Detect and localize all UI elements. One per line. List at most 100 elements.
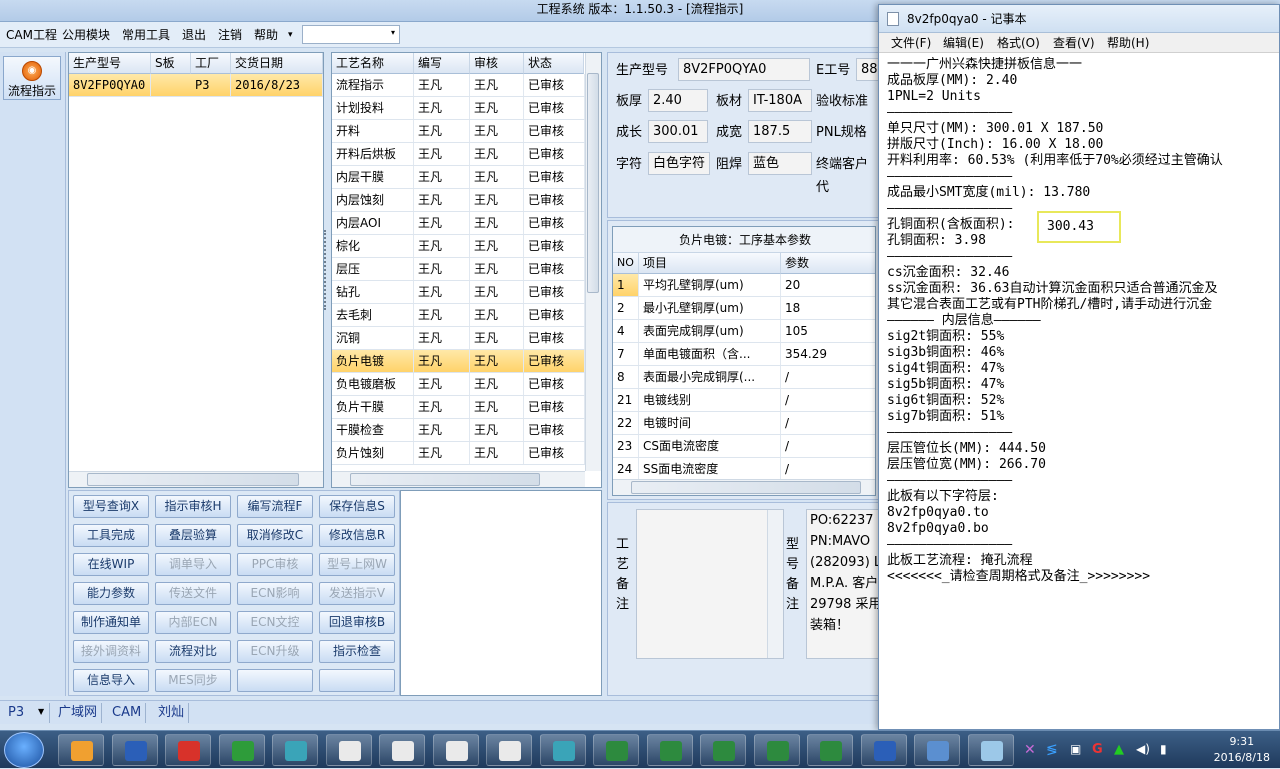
taskbar-item[interactable]	[111, 734, 158, 766]
taskbar-item[interactable]	[967, 734, 1014, 766]
tray-device-icon[interactable]: ▣	[1070, 742, 1081, 756]
mask-field[interactable]: 蓝色	[748, 152, 812, 175]
notepad-menu-edit[interactable]: 编辑(E)	[943, 33, 984, 53]
menu-tools[interactable]: 常用工具	[122, 22, 170, 48]
col-s-board[interactable]: S板	[151, 53, 191, 74]
action-button[interactable]: MES同步	[155, 669, 231, 692]
splitter-handle[interactable]	[324, 230, 330, 310]
action-button[interactable]: 传送文件	[155, 582, 231, 605]
col-item[interactable]: 项目	[639, 253, 781, 274]
model-field[interactable]: 8V2FP0QYA0	[678, 58, 810, 81]
menu-help[interactable]: 帮助	[254, 22, 278, 48]
e-number-field[interactable]: 88	[856, 58, 878, 81]
notepad-text-area[interactable]: 一一一广州兴森快捷拼板信息一一 成品板厚(MM): 2.40 1PNL=2 Unit…	[887, 57, 1279, 725]
table-row[interactable]: 去毛刺 王凡 王凡 已审核	[332, 304, 585, 327]
col-model[interactable]: 生产型号	[69, 53, 151, 74]
action-button[interactable]: 接外调资料	[73, 640, 149, 663]
width-field[interactable]: 187.5	[748, 120, 812, 143]
table-row[interactable]: 开料 王凡 王凡 已审核	[332, 120, 585, 143]
notepad-menu-view[interactable]: 查看(V)	[1053, 33, 1095, 53]
table-row[interactable]: 1 平均孔壁铜厚(um) 20	[613, 274, 875, 297]
col-status[interactable]: 状态	[524, 53, 584, 74]
taskbar-item[interactable]	[379, 734, 425, 766]
taskbar-item[interactable]	[486, 734, 532, 766]
scroll-thumb[interactable]	[631, 481, 861, 494]
action-button[interactable]: 制作通知单	[73, 611, 149, 634]
scroll-thumb[interactable]	[87, 473, 299, 486]
table-row[interactable]: 内层蚀刻 王凡 王凡 已审核	[332, 189, 585, 212]
table-row[interactable]: 4 表面完成铜厚(um) 105	[613, 320, 875, 343]
table-row[interactable]: 负电镀磨板 王凡 王凡 已审核	[332, 373, 585, 396]
action-button[interactable]: 能力参数	[73, 582, 149, 605]
action-button[interactable]: ECN文控	[237, 611, 313, 634]
table-row[interactable]: 8 表面最小完成铜厚(... /	[613, 366, 875, 389]
action-button[interactable]	[237, 669, 313, 692]
action-button[interactable]: 取消修改C	[237, 524, 313, 547]
remark-vscroll[interactable]	[767, 510, 783, 658]
action-button[interactable]: 型号上网W	[319, 553, 395, 576]
taskbar-item[interactable]	[646, 734, 693, 766]
volume-icon[interactable]: ◀)	[1136, 742, 1150, 756]
action-button[interactable]: ECN升级	[237, 640, 313, 663]
action-button[interactable]: 调单导入	[155, 553, 231, 576]
table-row[interactable]: 7 单面电镀面积（含... 354.29	[613, 343, 875, 366]
action-button[interactable]: 型号查询X	[73, 495, 149, 518]
action-button[interactable]: 在线WIP	[73, 553, 149, 576]
process-grid-vscroll[interactable]	[585, 53, 601, 471]
table-row[interactable]: 层压 王凡 王凡 已审核	[332, 258, 585, 281]
taskbar-item[interactable]	[807, 734, 853, 766]
taskbar-item[interactable]	[432, 734, 479, 766]
thickness-field[interactable]: 2.40	[648, 89, 708, 112]
menu-logout[interactable]: 注销	[218, 22, 242, 48]
start-button-icon[interactable]	[4, 732, 44, 768]
action-button[interactable]: 发送指示V	[319, 582, 395, 605]
table-row[interactable]: 负片干膜 王凡 王凡 已审核	[332, 396, 585, 419]
table-row[interactable]: 钻孔 王凡 王凡 已审核	[332, 281, 585, 304]
taskbar-item[interactable]	[753, 734, 800, 766]
model-remark-textarea[interactable]: PO:62237 PN:MAVO (282093) L M.P.A. 客户 29798 …	[806, 509, 880, 659]
tray-app-icon[interactable]: ▲	[1114, 742, 1124, 757]
taskbar-item[interactable]	[914, 734, 960, 766]
table-row[interactable]: 计划投料 王凡 王凡 已审核	[332, 97, 585, 120]
taskbar-item[interactable]	[218, 734, 265, 766]
taskbar-item[interactable]	[860, 734, 907, 766]
notepad-menu-format[interactable]: 格式(O)	[997, 33, 1040, 53]
table-row[interactable]: 内层AOI 王凡 王凡 已审核	[332, 212, 585, 235]
table-row[interactable]: 2 最小孔壁铜厚(um) 18	[613, 297, 875, 320]
menu-common-module[interactable]: 公用模块	[62, 22, 110, 48]
action-button[interactable]: 回退审核B	[319, 611, 395, 634]
action-button[interactable]: 流程对比	[155, 640, 231, 663]
col-reviewer[interactable]: 审核	[470, 53, 524, 74]
table-row[interactable]: 流程指示 王凡 王凡 已审核	[332, 74, 585, 97]
table-row[interactable]: 沉铜 王凡 王凡 已审核	[332, 327, 585, 350]
action-button[interactable]: 叠层验算	[155, 524, 231, 547]
tray-app-icon[interactable]: G	[1092, 742, 1103, 757]
table-row[interactable]: 22 电镀时间 /	[613, 412, 875, 435]
taskbar-item[interactable]	[593, 734, 639, 766]
taskbar-item[interactable]	[700, 734, 746, 766]
notepad-menu-file[interactable]: 文件(F)	[891, 33, 931, 53]
taskbar-item[interactable]	[58, 734, 104, 766]
menu-exit[interactable]: 退出	[182, 22, 206, 48]
table-row[interactable]: 棕化 王凡 王凡 已审核	[332, 235, 585, 258]
col-param[interactable]: 参数	[781, 253, 875, 274]
table-row[interactable]: 开料后烘板 王凡 王凡 已审核	[332, 143, 585, 166]
model-grid-hscroll[interactable]	[69, 471, 323, 487]
flow-indication-button[interactable]: ◉ 流程指示	[3, 56, 61, 100]
action-button[interactable]: 指示审核H	[155, 495, 231, 518]
tray-app-icon[interactable]: ≶	[1046, 742, 1062, 758]
notepad-menu-help[interactable]: 帮助(H)	[1107, 33, 1149, 53]
action-button[interactable]: PPC审核	[237, 553, 313, 576]
taskbar-item[interactable]	[272, 734, 318, 766]
length-field[interactable]: 300.01	[648, 120, 708, 143]
col-delivery-date[interactable]: 交货日期	[231, 53, 323, 74]
action-button[interactable]: 信息导入	[73, 669, 149, 692]
process-grid-hscroll[interactable]	[332, 471, 585, 487]
process-remark-textarea[interactable]	[636, 509, 784, 659]
table-row[interactable]: 干膜检查 王凡 王凡 已审核	[332, 419, 585, 442]
clock[interactable]: 9:31 2016/8/18	[1214, 734, 1270, 766]
col-no[interactable]: NO	[613, 253, 639, 274]
col-process-name[interactable]: 工艺名称	[332, 53, 414, 74]
table-row[interactable]: 24 SS面电流密度 /	[613, 458, 875, 481]
table-row[interactable]: 内层干膜 王凡 王凡 已审核	[332, 166, 585, 189]
